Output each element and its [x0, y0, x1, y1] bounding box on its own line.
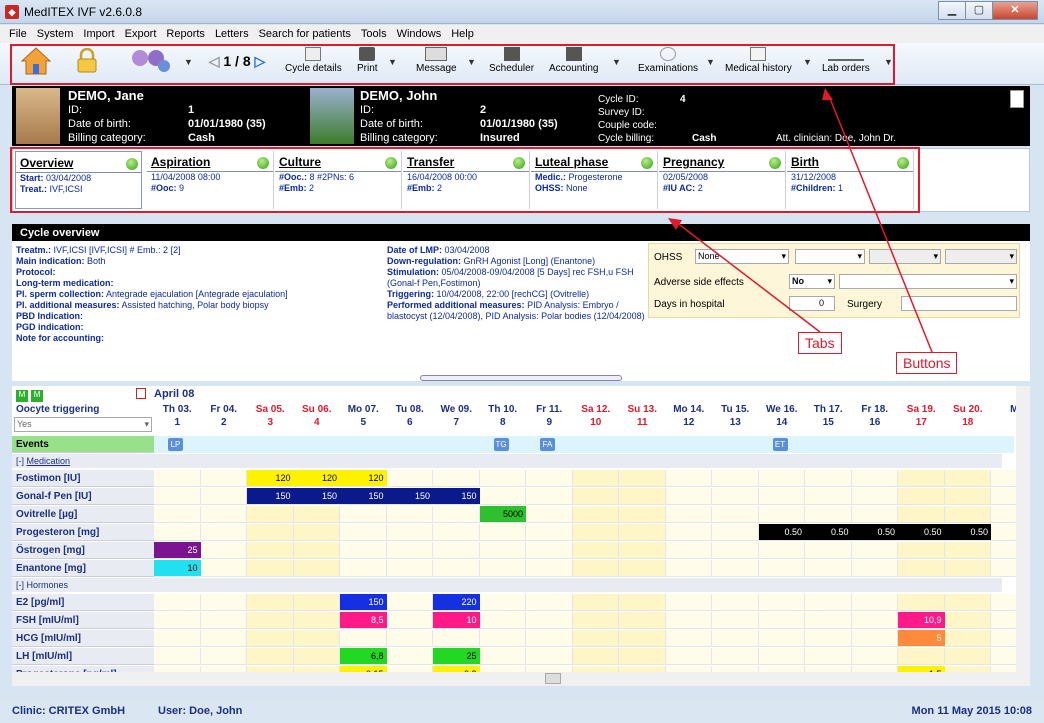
- tabs-arrow: [675, 221, 821, 333]
- buttons-arrowhead: [822, 88, 833, 100]
- user-status: User: Doe, John: [158, 705, 243, 717]
- tabs-arrowhead: [668, 218, 682, 230]
- date-status: Mon 11 May 2015 10:08: [911, 705, 1032, 717]
- buttons-arrow: [828, 95, 933, 353]
- callout-arrows: [668, 88, 933, 353]
- clinic-status: Clinic: CRITEX GmbH: [12, 705, 126, 717]
- status-bar: Clinic: CRITEX GmbH User: Doe, John Mon …: [0, 699, 1044, 723]
